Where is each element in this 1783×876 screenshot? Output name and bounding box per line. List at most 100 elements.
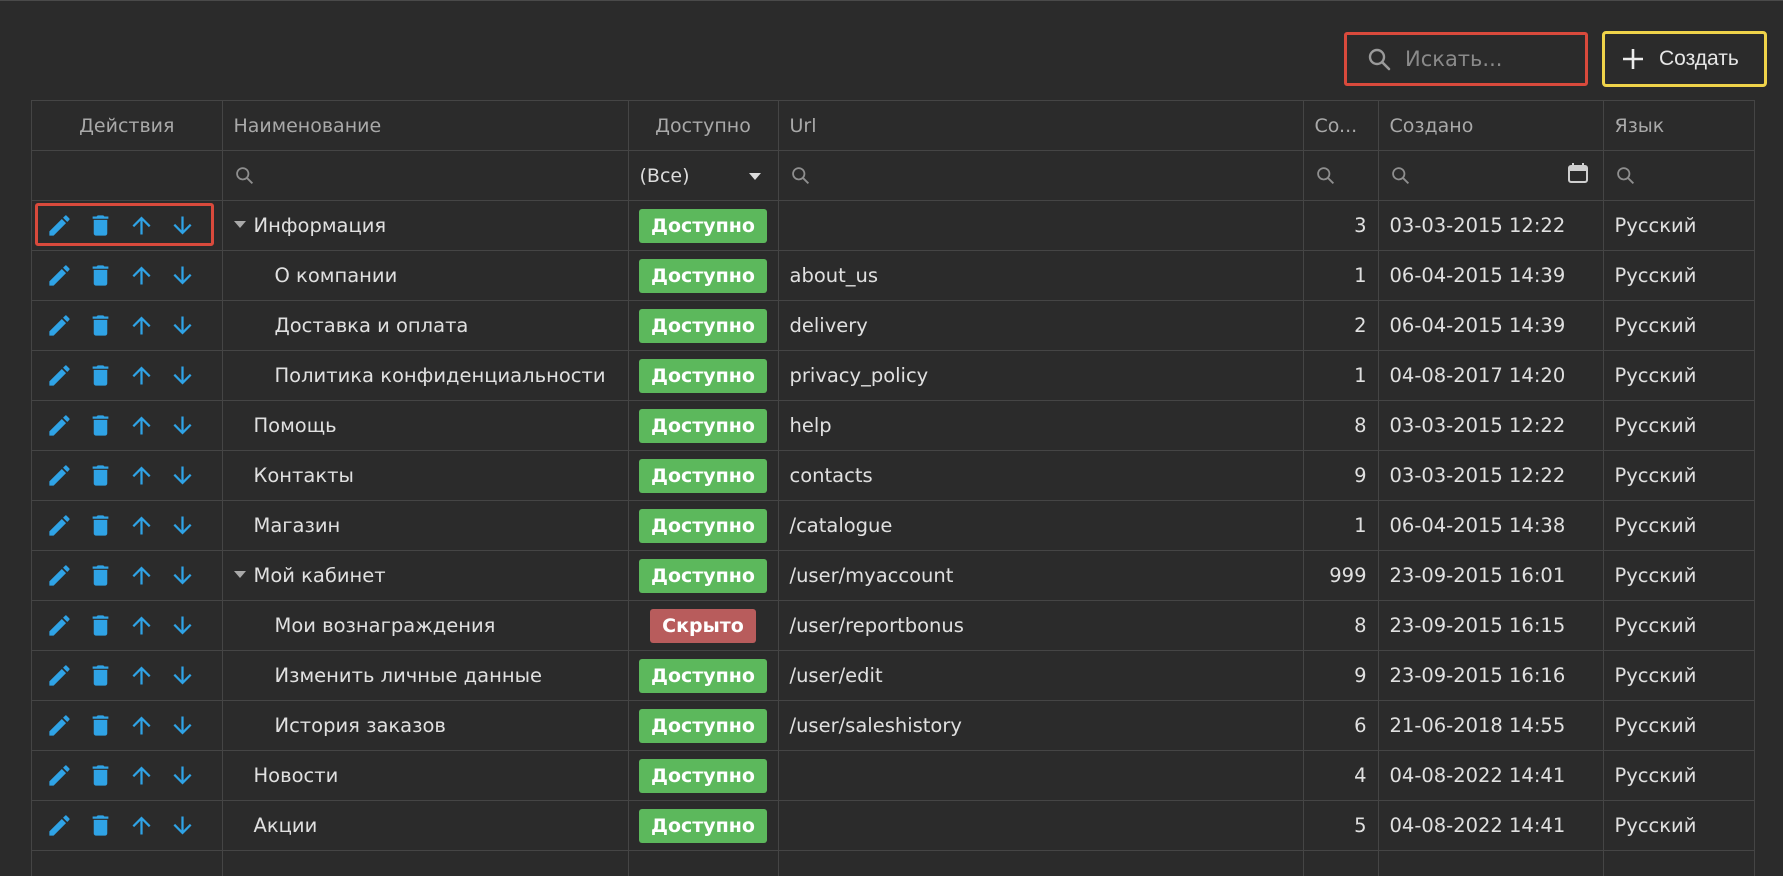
move-up-icon[interactable]	[128, 412, 155, 439]
edit-icon[interactable]	[46, 612, 73, 639]
move-up-icon[interactable]	[128, 312, 155, 339]
move-up-icon[interactable]	[128, 812, 155, 839]
move-up-icon[interactable]	[128, 562, 155, 589]
move-down-icon[interactable]	[169, 312, 196, 339]
cell-language: Русский	[1603, 651, 1754, 701]
move-down-icon[interactable]	[169, 562, 196, 589]
move-down-icon[interactable]	[169, 262, 196, 289]
calendar-icon[interactable]	[1566, 161, 1590, 185]
edit-icon[interactable]	[46, 562, 73, 589]
delete-icon[interactable]	[87, 712, 114, 739]
table-row[interactable]: НовостиДоступно404-08-2022 14:41Русский	[32, 751, 1754, 801]
table-row[interactable]: Политика конфиденциальностиДоступноpriva…	[32, 351, 1754, 401]
column-header-language[interactable]: Язык	[1603, 101, 1754, 151]
move-down-icon[interactable]	[169, 362, 196, 389]
cell-available: Доступно	[628, 351, 778, 401]
column-header-available[interactable]: Доступно	[628, 101, 778, 151]
edit-icon[interactable]	[46, 212, 73, 239]
delete-icon[interactable]	[87, 762, 114, 789]
row-name: Политика конфиденциальности	[275, 364, 606, 387]
cell-available: Доступно	[628, 401, 778, 451]
expand-caret-icon[interactable]	[234, 221, 246, 228]
filter-available[interactable]: (Все)	[628, 151, 778, 201]
delete-icon[interactable]	[87, 412, 114, 439]
cell-available: Доступно	[628, 751, 778, 801]
move-up-icon[interactable]	[128, 462, 155, 489]
move-down-icon[interactable]	[169, 612, 196, 639]
search-box[interactable]	[1344, 32, 1588, 86]
filter-available-select[interactable]: (Все)	[640, 165, 767, 187]
table-row[interactable]: Доставка и оплатаДоступноdelivery206-04-…	[32, 301, 1754, 351]
edit-icon[interactable]	[46, 312, 73, 339]
column-header-created[interactable]: Создано	[1378, 101, 1603, 151]
table-row[interactable]: О компанииДоступноabout_us106-04-2015 14…	[32, 251, 1754, 301]
table-row[interactable]: КонтактыДоступноcontacts903-03-2015 12:2…	[32, 451, 1754, 501]
filter-language[interactable]	[1603, 151, 1754, 201]
table-row[interactable]: МагазинДоступно/catalogue106-04-2015 14:…	[32, 501, 1754, 551]
cell-url: /user/edit	[778, 651, 1303, 701]
table-row[interactable]: ПомощьДоступноhelp803-03-2015 12:22Русск…	[32, 401, 1754, 451]
move-up-icon[interactable]	[128, 662, 155, 689]
filter-created[interactable]	[1378, 151, 1603, 201]
cell-created: 03-03-2015 12:22	[1378, 401, 1603, 451]
move-down-icon[interactable]	[169, 662, 196, 689]
cell-name: Мой кабинет	[222, 551, 628, 601]
filter-name[interactable]	[222, 151, 628, 201]
edit-icon[interactable]	[46, 262, 73, 289]
delete-icon[interactable]	[87, 812, 114, 839]
create-button[interactable]: Создать	[1602, 31, 1767, 87]
move-up-icon[interactable]	[128, 362, 155, 389]
move-down-icon[interactable]	[169, 412, 196, 439]
delete-icon[interactable]	[87, 662, 114, 689]
column-header-count[interactable]: Co...	[1303, 101, 1378, 151]
table-row[interactable]: Мой кабинетДоступно/user/myaccount99923-…	[32, 551, 1754, 601]
move-down-icon[interactable]	[169, 512, 196, 539]
move-up-icon[interactable]	[128, 712, 155, 739]
delete-icon[interactable]	[87, 512, 114, 539]
delete-icon[interactable]	[87, 562, 114, 589]
move-up-icon[interactable]	[128, 612, 155, 639]
column-header-name[interactable]: Наименование	[222, 101, 628, 151]
table-row[interactable]: Мои вознагражденияСкрыто/user/reportbonu…	[32, 601, 1754, 651]
cell-count: 999	[1303, 551, 1378, 601]
edit-icon[interactable]	[46, 412, 73, 439]
filter-url[interactable]	[778, 151, 1303, 201]
filter-search-icon	[790, 165, 811, 186]
cell-count: 1	[1303, 251, 1378, 301]
edit-icon[interactable]	[46, 812, 73, 839]
table-row[interactable]: История заказовДоступно/user/saleshistor…	[32, 701, 1754, 751]
move-up-icon[interactable]	[128, 762, 155, 789]
cell-available: Доступно	[628, 651, 778, 701]
delete-icon[interactable]	[87, 262, 114, 289]
move-down-icon[interactable]	[169, 212, 196, 239]
cell-created: 03-03-2015 12:22	[1378, 451, 1603, 501]
delete-icon[interactable]	[87, 612, 114, 639]
cell-url: /catalogue	[778, 501, 1303, 551]
move-down-icon[interactable]	[169, 712, 196, 739]
table-row[interactable]: Изменить личные данныеДоступно/user/edit…	[32, 651, 1754, 701]
filter-count[interactable]	[1303, 151, 1378, 201]
expand-caret-icon[interactable]	[234, 571, 246, 578]
move-down-icon[interactable]	[169, 762, 196, 789]
table-row[interactable]: ИнформацияДоступно303-03-2015 12:22Русск…	[32, 201, 1754, 251]
edit-icon[interactable]	[46, 362, 73, 389]
delete-icon[interactable]	[87, 312, 114, 339]
delete-icon[interactable]	[87, 362, 114, 389]
edit-icon[interactable]	[46, 512, 73, 539]
cell-created: 06-04-2015 14:38	[1378, 501, 1603, 551]
edit-icon[interactable]	[46, 762, 73, 789]
table-row[interactable]: АкцииДоступно504-08-2022 14:41Русский	[32, 801, 1754, 851]
column-header-url[interactable]: Url	[778, 101, 1303, 151]
move-up-icon[interactable]	[128, 212, 155, 239]
delete-icon[interactable]	[87, 462, 114, 489]
move-up-icon[interactable]	[128, 262, 155, 289]
move-down-icon[interactable]	[169, 462, 196, 489]
edit-icon[interactable]	[46, 462, 73, 489]
status-badge: Доступно	[639, 709, 767, 743]
edit-icon[interactable]	[46, 662, 73, 689]
move-down-icon[interactable]	[169, 812, 196, 839]
edit-icon[interactable]	[46, 712, 73, 739]
search-input[interactable]	[1403, 46, 1577, 72]
move-up-icon[interactable]	[128, 512, 155, 539]
delete-icon[interactable]	[87, 212, 114, 239]
